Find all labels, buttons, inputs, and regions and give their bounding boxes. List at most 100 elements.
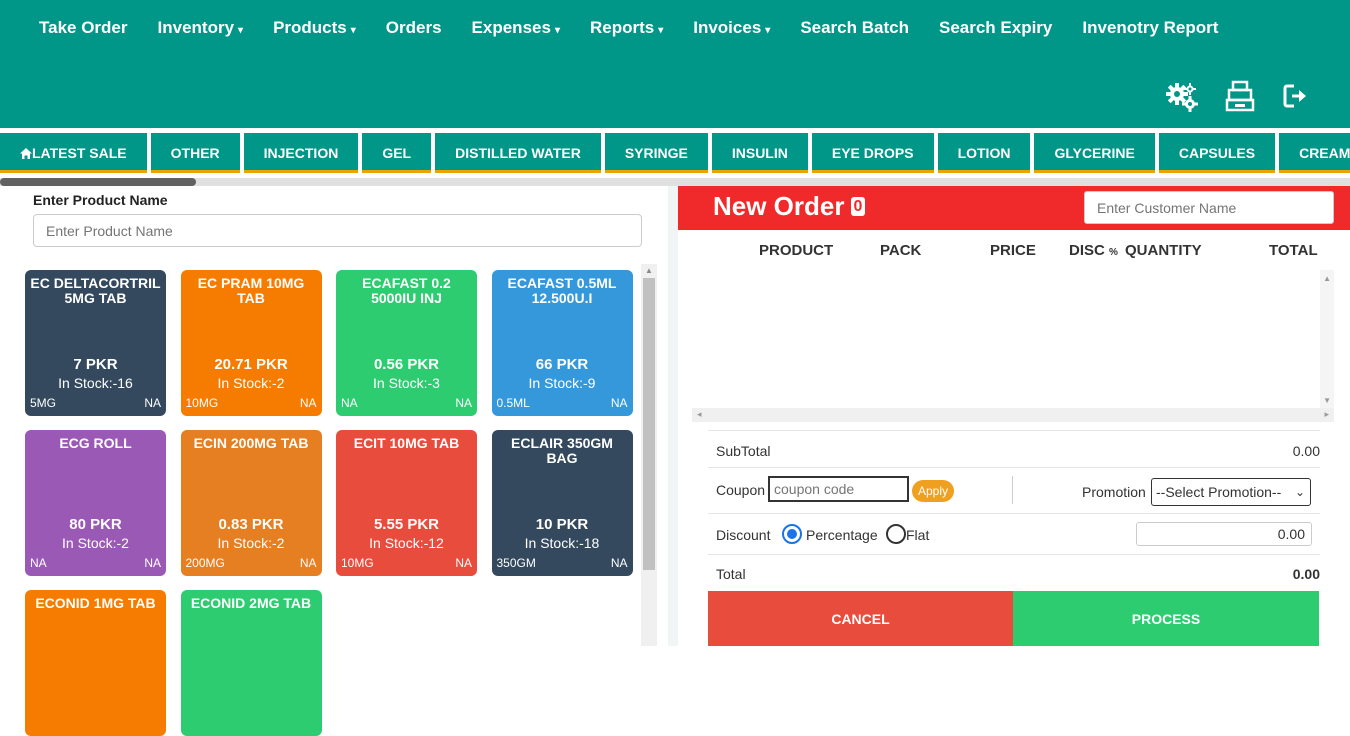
product-name: ECLAIR 350GM BAG <box>511 435 613 466</box>
order-title: New Order 0 <box>713 191 866 222</box>
category-tab-glycerine[interactable]: GLYCERINE <box>1034 133 1155 173</box>
scroll-right-icon[interactable]: ▸ <box>1324 409 1329 420</box>
order-items-hscrollbar[interactable]: ◂ ▸ <box>692 408 1334 422</box>
promotion-label: Promotion <box>1082 484 1146 500</box>
product-card[interactable]: ECAFAST 0.2 5000IU INJ 0.56 PKR In Stock:-… <box>336 270 477 416</box>
product-card[interactable]: ECIT 10MG TAB 5.55 PKR In Stock:-12 10MG NA <box>336 430 477 576</box>
product-scrollbar-thumb[interactable] <box>643 278 655 570</box>
logout-icon[interactable] <box>1282 82 1310 115</box>
main-nav: Take Order Inventory ▾ Products ▾ Orders Expen… <box>0 0 1233 56</box>
category-tab-injection[interactable]: INJECTION <box>243 133 359 173</box>
category-tab-capsules[interactable]: CAPSULES <box>1158 133 1276 173</box>
product-name: ECIN 200MG TAB <box>193 435 309 451</box>
product-tag: NA <box>610 556 628 570</box>
product-price: 66 PKR <box>535 356 589 373</box>
category-tab-eye-drops[interactable]: EYE DROPS <box>811 133 934 173</box>
product-card[interactable]: ECIN 200MG TAB 0.83 PKR In Stock:-2 200MG NA <box>180 430 322 576</box>
product-stock: In Stock:-9 <box>528 375 596 391</box>
nav-item-invoices[interactable]: Invoices ▾ <box>678 18 785 38</box>
category-tab-lotion[interactable]: LOTION <box>937 133 1031 173</box>
customer-name-input[interactable] <box>1084 191 1334 224</box>
coupon-label: Coupon <box>716 482 766 498</box>
product-name: EC DELTACORTRIL 5MG TAB <box>30 275 161 306</box>
discount-input[interactable]: 0.00 <box>1136 522 1312 546</box>
product-price: 7 PKR <box>73 356 118 373</box>
coupon-divider <box>1012 476 1013 504</box>
nav-item-expenses[interactable]: Expenses ▾ <box>457 18 575 38</box>
col-product: PRODUCT <box>759 242 834 259</box>
apply-coupon-button[interactable]: Apply <box>912 480 954 502</box>
nav-item-take-order[interactable]: Take Order <box>24 18 143 38</box>
subtotal-label: SubTotal <box>716 443 771 459</box>
product-tag: NA <box>144 556 161 570</box>
product-search-label: Enter Product Name <box>33 192 168 208</box>
category-scrollbar-thumb[interactable] <box>0 178 196 186</box>
discount-row: Discount Percentage Flat 0.00 <box>708 514 1320 555</box>
category-tab-distilled-water[interactable]: DISTILLED WATER <box>435 133 601 173</box>
top-navbar: Take Order Inventory ▾ Products ▾ Orders Expen… <box>0 0 1350 128</box>
category-tab-cream[interactable]: CREAM <box>1279 133 1350 173</box>
promotion-select[interactable]: --Select Promotion-- ⌄ <box>1151 478 1311 506</box>
order-count-badge: 0 <box>850 197 866 216</box>
discount-flat-label: Flat <box>906 527 930 543</box>
category-tab-latest-sale[interactable]: LATEST SALE <box>0 133 147 173</box>
product-tag: NA <box>144 396 161 410</box>
product-card[interactable]: ECG ROLL 80 PKR In Stock:-2 NA NA <box>25 430 166 576</box>
category-scrollbar[interactable] <box>0 178 1350 186</box>
nav-item-products[interactable]: Products ▾ <box>258 18 371 38</box>
total-value: 0.00 <box>1292 566 1320 582</box>
cancel-button[interactable]: CANCEL <box>708 591 1013 646</box>
product-price: 5.55 PKR <box>373 516 440 533</box>
subtotal-value: 0.00 <box>1292 443 1320 459</box>
product-name: ECAFAST 0.2 5000IU INJ <box>362 275 451 306</box>
scroll-down-icon[interactable]: ▼ <box>1323 396 1331 405</box>
product-card[interactable]: EC PRAM 10MG TAB 20.71 PKR In Stock:-2 10MG… <box>180 270 322 416</box>
category-tab-syringe[interactable]: SYRINGE <box>604 133 708 173</box>
product-tag: NA <box>455 396 472 410</box>
discount-flat-radio[interactable] <box>886 524 906 544</box>
total-label: Total <box>716 566 746 582</box>
category-tab-insulin[interactable]: INSULIN <box>711 133 808 173</box>
order-panel: New Order0 PRODUCT PACK PRICE DISC % QUA… <box>678 186 1350 646</box>
product-unit: 0.5ML <box>496 396 530 410</box>
product-price: 10 PKR <box>535 516 589 533</box>
coupon-row: Coupon Apply Promotion --Select Promotio… <box>708 468 1320 514</box>
top-icons <box>1166 80 1310 117</box>
product-scrollbar[interactable]: ▲ <box>641 264 657 646</box>
product-tag: NA <box>455 556 472 570</box>
product-unit: 5MG <box>30 396 57 410</box>
product-card[interactable]: ECLAIR 350GM BAG 10 PKR In Stock:-18 350GM N… <box>491 430 633 576</box>
subtotal-row: SubTotal 0.00 <box>708 430 1320 468</box>
product-card[interactable]: ECONID 2MG TAB <box>180 590 322 736</box>
scroll-left-icon[interactable]: ◂ <box>697 409 702 420</box>
product-card[interactable]: EC DELTACORTRIL 5MG TAB 7 PKR In Stock:-16… <box>25 270 166 416</box>
category-tab-other[interactable]: OTHER <box>150 133 240 173</box>
nav-item-orders[interactable]: Orders <box>371 18 457 38</box>
nav-item-search-expiry[interactable]: Search Expiry <box>924 18 1067 38</box>
scroll-up-icon[interactable]: ▲ <box>1323 274 1331 283</box>
category-tab-gel[interactable]: GEL <box>362 133 432 173</box>
cash-register-icon[interactable] <box>1224 80 1256 117</box>
scroll-up-icon[interactable]: ▲ <box>645 266 653 275</box>
nav-item-reports[interactable]: Reports ▾ <box>575 18 678 38</box>
nav-item-inventory[interactable]: Inventory ▾ <box>143 18 259 38</box>
process-button[interactable]: PROCESS <box>1013 591 1319 646</box>
product-card[interactable]: ECONID 1MG TAB <box>25 590 166 736</box>
nav-item-invenotry-report[interactable]: Invenotry Report <box>1067 18 1233 38</box>
product-search-input[interactable] <box>33 214 642 247</box>
gears-icon[interactable] <box>1166 80 1198 117</box>
discount-percentage-radio[interactable] <box>782 524 802 544</box>
col-pack: PACK <box>880 242 922 259</box>
caret-down-icon: ▾ <box>350 25 356 36</box>
product-panel: Enter Product Name EC DELTACORTRIL 5MG T… <box>0 186 668 736</box>
product-tag: NA <box>610 396 628 410</box>
col-quantity: QUANTITY <box>1125 242 1202 259</box>
nav-item-search-batch[interactable]: Search Batch <box>785 18 924 38</box>
product-stock: In Stock:-2 <box>217 375 285 391</box>
product-price: 20.71 PKR <box>214 356 288 373</box>
product-unit: 10MG <box>341 556 374 570</box>
home-icon <box>20 145 32 161</box>
product-stock: In Stock:-2 <box>62 535 129 551</box>
product-card[interactable]: ECAFAST 0.5ML 12.500U.I 66 PKR In Stock:-9… <box>491 270 633 416</box>
coupon-input[interactable] <box>768 476 909 502</box>
